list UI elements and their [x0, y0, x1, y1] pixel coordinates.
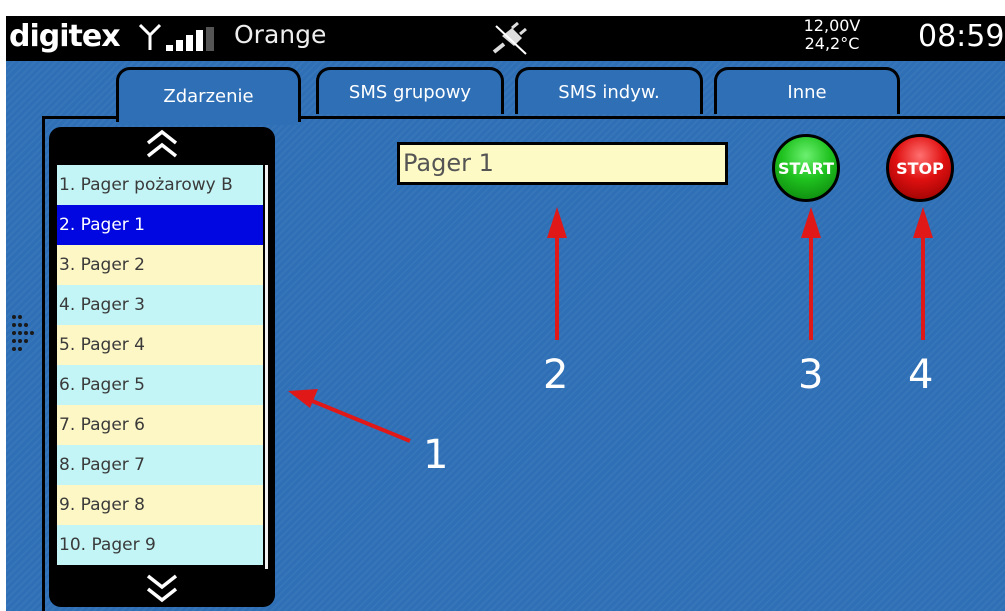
- annotation-label-4: 4: [908, 352, 934, 398]
- start-button[interactable]: START: [772, 134, 840, 202]
- list-item[interactable]: 7. Pager 6: [57, 405, 263, 445]
- double-chevron-up-icon: [146, 129, 178, 158]
- tab-label: SMS indyw.: [558, 81, 660, 103]
- double-chevron-down-icon: [146, 574, 178, 603]
- power-plug-disconnected-icon: [492, 22, 527, 55]
- panel-border: [42, 116, 45, 611]
- tab-label: SMS grupowy: [348, 81, 472, 103]
- status-bar: digitex Orange 12,00V 24,2°C 08:59: [6, 16, 1005, 61]
- clock: 08:59: [918, 19, 1005, 54]
- stop-button[interactable]: STOP: [886, 134, 954, 202]
- list-item[interactable]: 5. Pager 4: [57, 325, 263, 365]
- tab-sms-grupowy[interactable]: SMS grupowy: [316, 67, 504, 114]
- brand-logo: digitex: [9, 19, 121, 54]
- tab-label: Inne: [787, 81, 827, 103]
- voltage-value: 12,00V: [803, 16, 861, 35]
- list-item[interactable]: 1. Pager pożarowy B: [57, 165, 263, 205]
- list-item[interactable]: 4. Pager 3: [57, 285, 263, 325]
- list-item[interactable]: 9. Pager 8: [57, 485, 263, 525]
- main-area: Zdarzenie SMS grupowy SMS indyw. Inne 1.…: [6, 61, 1005, 611]
- list-item[interactable]: 10. Pager 9: [57, 525, 263, 565]
- list-item[interactable]: 6. Pager 5: [57, 365, 263, 405]
- tab-inne[interactable]: Inne: [714, 67, 900, 114]
- list-item[interactable]: 2. Pager 1: [57, 205, 263, 245]
- tab-label: Zdarzenie: [163, 85, 254, 107]
- list-item[interactable]: 3. Pager 2: [57, 245, 263, 285]
- pager-list: 1. Pager pożarowy B 2. Pager 1 3. Pager 24…: [57, 165, 263, 569]
- signal-bars-icon: [166, 27, 214, 51]
- power-readout: 12,00V 24,2°C: [792, 17, 872, 53]
- operator-name: Orange: [234, 20, 327, 49]
- antenna-icon: [139, 23, 161, 50]
- annotation-label-3: 3: [798, 352, 824, 398]
- scroll-down-button[interactable]: [137, 571, 187, 605]
- start-button-label: START: [777, 158, 835, 178]
- annotation-label-1: 1: [423, 432, 449, 478]
- drag-handle-icon[interactable]: [8, 313, 34, 353]
- list-item[interactable]: 8. Pager 7: [57, 445, 263, 485]
- tab-zdarzenie[interactable]: Zdarzenie: [116, 67, 301, 125]
- temperature-value: 24,2°C: [804, 34, 860, 53]
- list-scrollbar[interactable]: [265, 165, 268, 569]
- annotation-label-2: 2: [543, 352, 569, 398]
- selected-pager-field[interactable]: Pager 1: [397, 142, 728, 185]
- stop-button-label: STOP: [896, 158, 944, 178]
- tab-sms-indyw[interactable]: SMS indyw.: [515, 67, 703, 114]
- scroll-up-button[interactable]: [137, 127, 187, 161]
- pager-list-panel: 1. Pager pożarowy B 2. Pager 1 3. Pager 24…: [49, 127, 275, 607]
